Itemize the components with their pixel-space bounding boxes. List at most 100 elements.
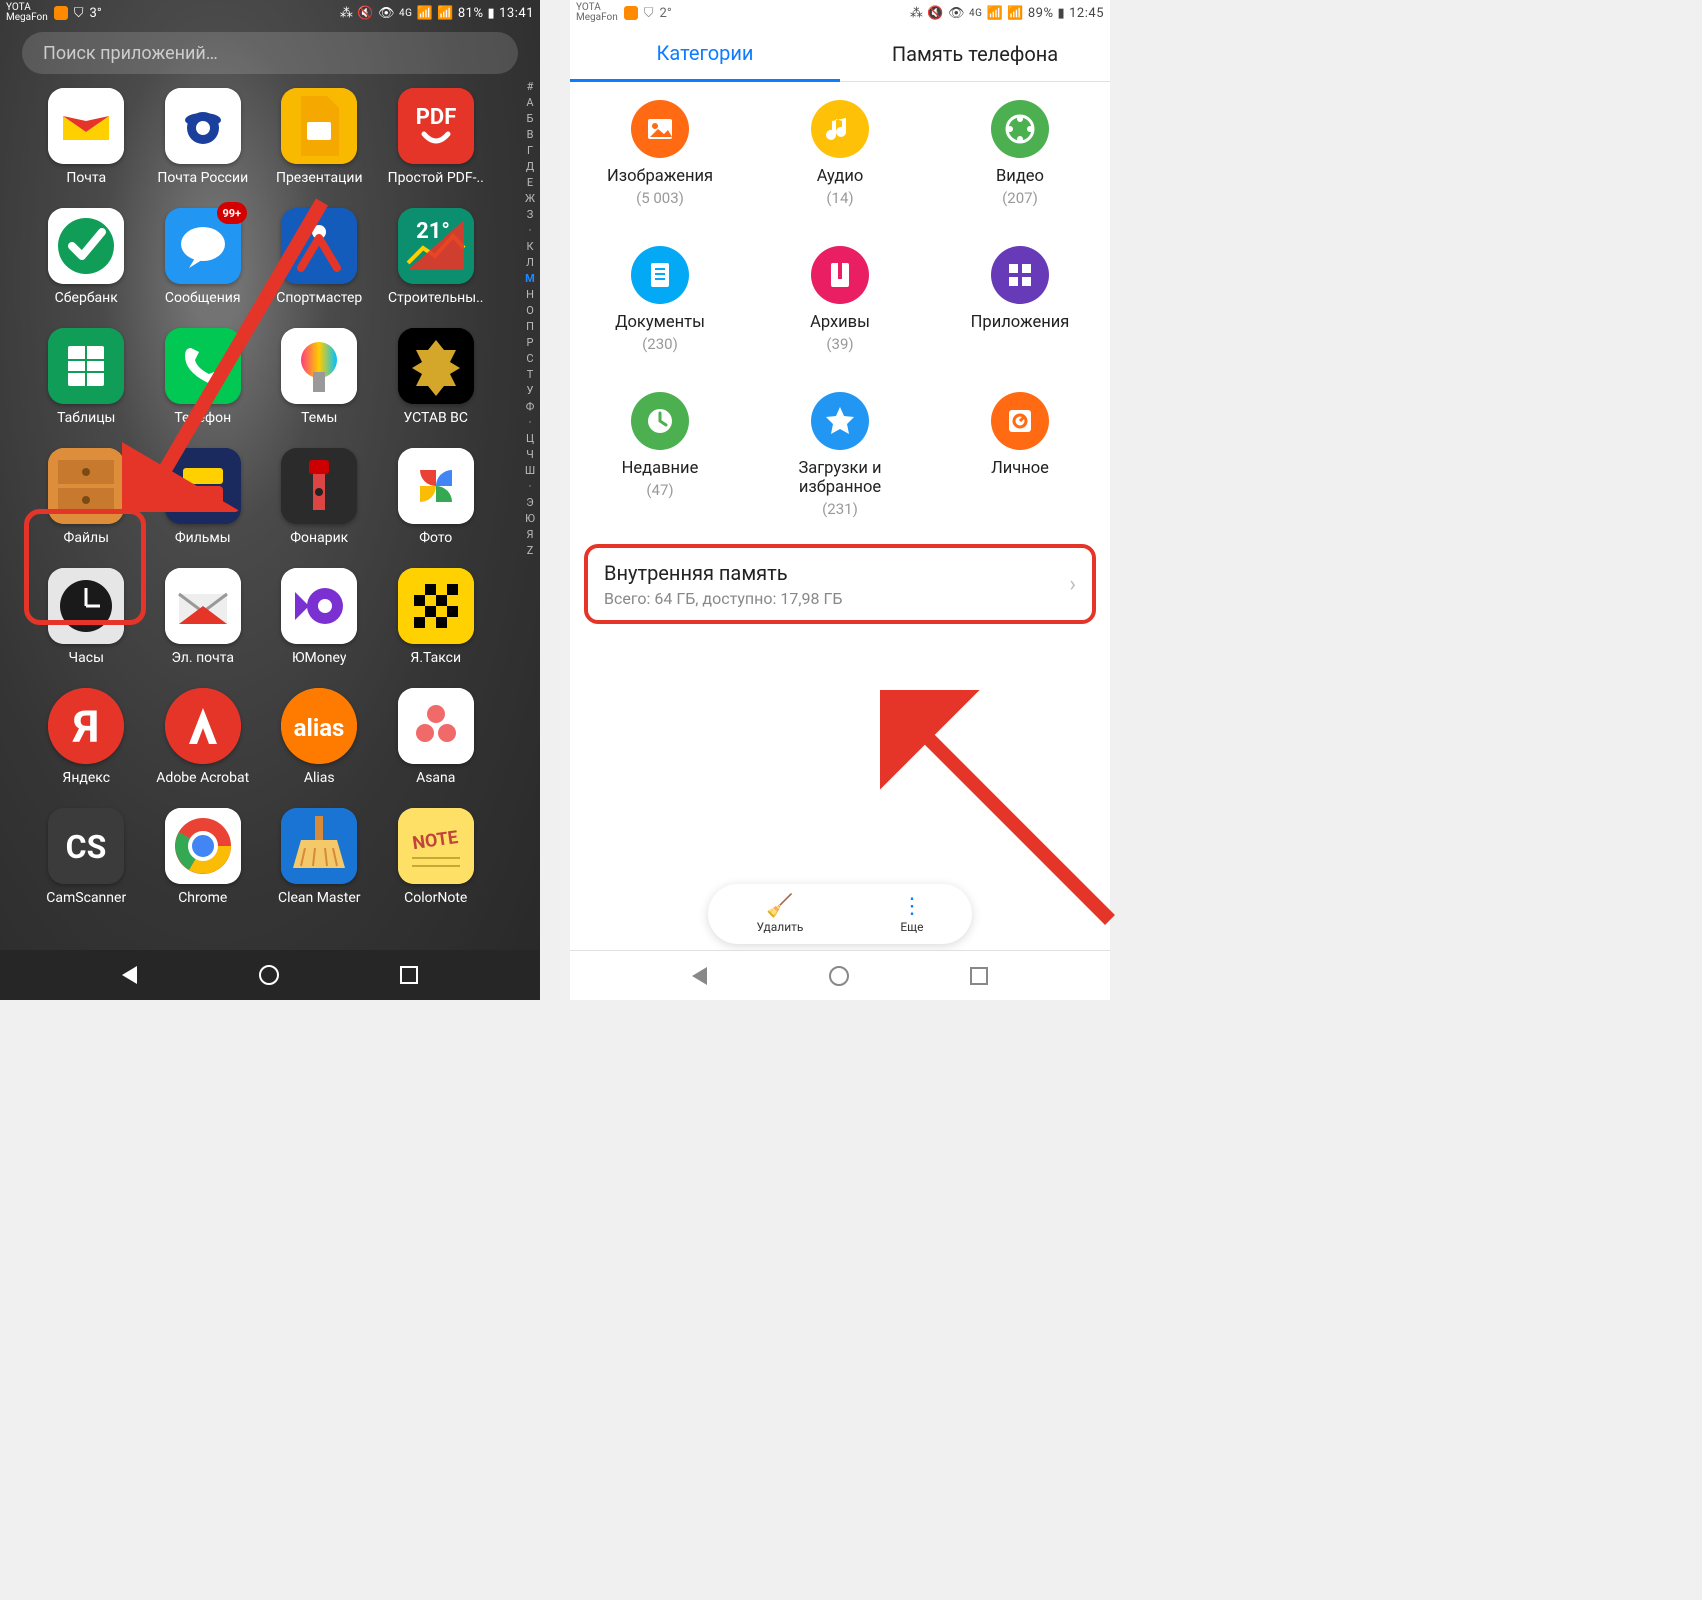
app-Яндекс[interactable]: Яндекс bbox=[28, 688, 145, 808]
app-Презентации[interactable]: Презентации bbox=[261, 88, 378, 208]
alpha-З[interactable]: З bbox=[523, 208, 537, 221]
action-more-button[interactable]: ⋮ Еще bbox=[900, 894, 923, 934]
alpha-Ч[interactable]: Ч bbox=[523, 448, 537, 461]
app-label: Clean Master bbox=[278, 890, 361, 906]
app-Таблицы[interactable]: Таблицы bbox=[28, 328, 145, 448]
signal-icon: 📶 bbox=[416, 6, 433, 21]
app-label: Часы bbox=[69, 650, 104, 666]
internal-storage-card[interactable]: Внутренняя память Всего: 64 ГБ, доступно… bbox=[584, 544, 1096, 624]
alpha-Э[interactable]: Э bbox=[523, 496, 537, 509]
cat-archives-icon bbox=[811, 246, 869, 304]
nav-back-button[interactable] bbox=[692, 967, 707, 985]
alpha-Ж[interactable]: Ж bbox=[523, 192, 537, 205]
app-Фото[interactable]: Фото bbox=[378, 448, 495, 568]
nav-home-button[interactable] bbox=[259, 965, 279, 985]
app-label: Сообщения bbox=[165, 290, 241, 306]
alpha-·[interactable]: · bbox=[523, 480, 537, 493]
alpha-Z[interactable]: Z bbox=[523, 544, 537, 557]
adobe-icon bbox=[165, 688, 241, 764]
alphabet-index[interactable]: # АБВГДЕЖЗ · КЛМНОПРСТУФ · ЦЧШ · ЭЮЯZ bbox=[523, 80, 537, 557]
alpha-Г[interactable]: Г bbox=[523, 144, 537, 157]
app-Эл. почта[interactable]: Эл. почта bbox=[145, 568, 262, 688]
tab-storage[interactable]: Память телефона bbox=[840, 26, 1110, 82]
app-Темы[interactable]: Темы bbox=[261, 328, 378, 448]
alpha-К[interactable]: К bbox=[523, 240, 537, 253]
nav-back-button[interactable] bbox=[122, 966, 137, 984]
alpha-Н[interactable]: Н bbox=[523, 288, 537, 301]
app-Asana[interactable]: Asana bbox=[378, 688, 495, 808]
app-Строительны..[interactable]: Строительны.. bbox=[378, 208, 495, 328]
category-cat-apps[interactable]: Приложения bbox=[930, 246, 1110, 392]
app-CamScanner[interactable]: CamScanner bbox=[28, 808, 145, 928]
app-Простой PDF-..[interactable]: Простой PDF-.. bbox=[378, 88, 495, 208]
category-cat-video[interactable]: Видео(207) bbox=[930, 100, 1110, 246]
alpha-Д[interactable]: Д bbox=[523, 160, 537, 173]
app-Почта[interactable]: Почта bbox=[28, 88, 145, 208]
category-cat-audio[interactable]: Аудио(14) bbox=[750, 100, 930, 246]
app-label: Я.Такси bbox=[410, 650, 461, 666]
app-ColorNote[interactable]: ColorNote bbox=[378, 808, 495, 928]
category-cat-recent[interactable]: Недавние(47) bbox=[570, 392, 750, 538]
app-Сообщения[interactable]: 99+Сообщения bbox=[145, 208, 262, 328]
signal-icon: 📶 bbox=[986, 6, 1003, 21]
category-cat-safe[interactable]: Личное bbox=[930, 392, 1110, 538]
alpha-·[interactable]: · bbox=[523, 224, 537, 237]
category-cat-archives[interactable]: Архивы(39) bbox=[750, 246, 930, 392]
alpha-Ш[interactable]: Ш bbox=[523, 464, 537, 477]
alpha-#[interactable]: # bbox=[523, 80, 537, 93]
alpha-А[interactable]: А bbox=[523, 96, 537, 109]
app-Adobe Acrobat[interactable]: Adobe Acrobat bbox=[145, 688, 262, 808]
alpha-Т[interactable]: Т bbox=[523, 368, 537, 381]
eye-icon: 👁 bbox=[948, 6, 965, 21]
alpha-Я[interactable]: Я bbox=[523, 528, 537, 541]
app-Я.Такси[interactable]: Я.Такси bbox=[378, 568, 495, 688]
app-Clean Master[interactable]: Clean Master bbox=[261, 808, 378, 928]
app-Почта России[interactable]: Почта России bbox=[145, 88, 262, 208]
app-label: УСТАВ ВС bbox=[403, 410, 468, 426]
alias-icon bbox=[281, 688, 357, 764]
alpha-Б[interactable]: Б bbox=[523, 112, 537, 125]
app-Alias[interactable]: Alias bbox=[261, 688, 378, 808]
alpha-У[interactable]: У bbox=[523, 384, 537, 397]
alpha-О[interactable]: О bbox=[523, 304, 537, 317]
alpha-·[interactable]: · bbox=[523, 416, 537, 429]
app-Фильмы[interactable]: Фильмы bbox=[145, 448, 262, 568]
nav-home-button[interactable] bbox=[829, 966, 849, 986]
category-cat-star[interactable]: Загрузки иизбранное(231) bbox=[750, 392, 930, 538]
search-input[interactable]: Поиск приложений… bbox=[22, 32, 518, 74]
alpha-П[interactable]: П bbox=[523, 320, 537, 333]
app-label: Эл. почта bbox=[172, 650, 234, 666]
app-Chrome[interactable]: Chrome bbox=[145, 808, 262, 928]
category-cat-images[interactable]: Изображения(5 003) bbox=[570, 100, 750, 246]
nav-recents-button[interactable] bbox=[400, 966, 418, 984]
app-ЮMoney[interactable]: ЮMoney bbox=[261, 568, 378, 688]
app-label: Таблицы bbox=[57, 410, 115, 426]
calc-icon bbox=[398, 208, 474, 284]
alpha-Л[interactable]: Л bbox=[523, 256, 537, 269]
app-Фонарик[interactable]: Фонарик bbox=[261, 448, 378, 568]
categories-grid: Изображения(5 003)Аудио(14)Видео(207) Док… bbox=[570, 82, 1110, 538]
more-dots-icon: ⋮ bbox=[901, 894, 923, 920]
app-Спортмастер[interactable]: Спортмастер bbox=[261, 208, 378, 328]
alpha-Р[interactable]: Р bbox=[523, 336, 537, 349]
nav-recents-button[interactable] bbox=[970, 967, 988, 985]
alpha-Ц[interactable]: Ц bbox=[523, 432, 537, 445]
tab-categories[interactable]: Категории bbox=[570, 26, 840, 82]
alpha-Ю[interactable]: Ю bbox=[523, 512, 537, 525]
cat-docs-icon bbox=[631, 246, 689, 304]
alpha-Ф[interactable]: Ф bbox=[523, 400, 537, 413]
temperature: 2° bbox=[660, 6, 672, 21]
category-label: Архивы bbox=[810, 314, 870, 333]
category-count: (47) bbox=[646, 481, 673, 499]
network-4g-icon: 4G bbox=[969, 8, 982, 19]
shield-icon: ⛉ bbox=[644, 6, 654, 21]
alpha-Е[interactable]: Е bbox=[523, 176, 537, 189]
alpha-В[interactable]: В bbox=[523, 128, 537, 141]
app-Сбербанк[interactable]: Сбербанк bbox=[28, 208, 145, 328]
action-clean-button[interactable]: 🧹 Удалить bbox=[756, 894, 803, 934]
alpha-М[interactable]: М bbox=[523, 272, 537, 285]
alpha-С[interactable]: С bbox=[523, 352, 537, 365]
app-Телефон[interactable]: Телефон bbox=[145, 328, 262, 448]
category-cat-docs[interactable]: Документы(230) bbox=[570, 246, 750, 392]
app-УСТАВ ВС[interactable]: УСТАВ ВС bbox=[378, 328, 495, 448]
